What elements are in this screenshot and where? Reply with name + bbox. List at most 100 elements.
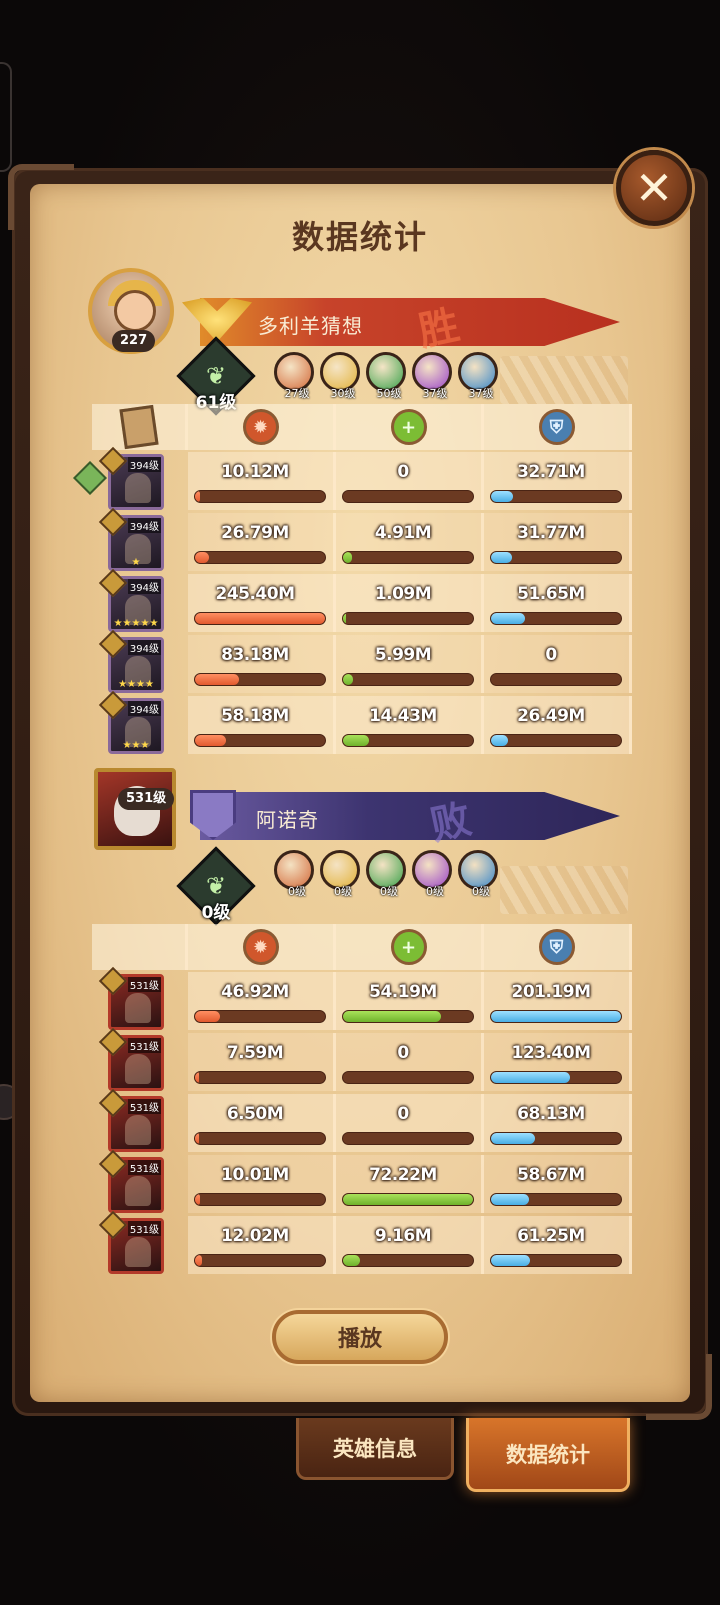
rank-gem-icon	[98, 507, 128, 537]
faction-icon[interactable]: 37级	[458, 352, 498, 400]
damage-bar-fill	[195, 552, 210, 563]
hero-silhouette	[125, 993, 151, 1023]
damage-bar	[194, 551, 326, 564]
damage-bar	[194, 1254, 326, 1267]
header-damage: ✹	[188, 404, 336, 450]
faction-icon[interactable]: 0级	[274, 850, 314, 898]
faction-icon[interactable]: 27级	[274, 352, 314, 400]
damage-bar-fill	[195, 674, 240, 685]
faction-icon[interactable]: 0级	[412, 850, 452, 898]
hero-level: 531级	[127, 1160, 161, 1175]
heal-value: 14.43M	[369, 706, 437, 726]
heal-value: 4.91M	[374, 523, 432, 543]
damage-value: 7.59M	[226, 1043, 284, 1063]
hero-cell: 394级 ★★★	[92, 690, 188, 754]
heal-icon: +	[390, 929, 427, 965]
faction-level: 30级	[330, 387, 356, 400]
defense-bar-fill	[491, 1133, 536, 1144]
hero-portrait[interactable]: 531级	[98, 1088, 164, 1152]
damage-cell: 7.59M	[188, 1033, 336, 1091]
heal-bar-fill	[343, 674, 354, 685]
defense-bar	[490, 1010, 622, 1023]
decor-strip	[500, 866, 628, 914]
hero-cell: 394级 ★★★★	[92, 629, 188, 693]
heal-bar	[342, 1132, 474, 1145]
faction-icon[interactable]: 0级	[320, 850, 360, 898]
faction-level: 37级	[468, 387, 494, 400]
heal-bar-fill	[343, 735, 369, 746]
hero-portrait[interactable]: 531级	[98, 1149, 164, 1213]
damage-bar-fill	[195, 1011, 220, 1022]
rank-gem-icon	[98, 446, 128, 476]
defense-cell: 0	[484, 635, 632, 693]
damage-bar	[194, 1132, 326, 1145]
rank-gem-icon	[98, 1027, 128, 1057]
heal-bar	[342, 1071, 474, 1084]
faction-icon[interactable]: 0级	[458, 850, 498, 898]
hero-portrait[interactable]: 394级 ★★★★	[98, 629, 164, 693]
game-screen: ✕ 数据统计 227 多利羊猜想 胜 ❦ 61级 27级 30级 50级 37级 37级…	[0, 0, 720, 1605]
loser-resonance-level: 0级	[201, 903, 231, 923]
hero-portrait[interactable]: 394级	[98, 446, 164, 510]
side-drawer-tab[interactable]	[0, 62, 12, 172]
defense-bar	[490, 673, 622, 686]
defense-cell: 32.71M	[484, 452, 632, 510]
damage-cell: 12.02M	[188, 1216, 336, 1274]
hero-portrait[interactable]: 394级 ★★★★★	[98, 568, 164, 632]
heal-bar	[342, 1010, 474, 1023]
hero-silhouette	[125, 1176, 151, 1206]
defense-value: 0	[545, 645, 557, 665]
defense-cell: 26.49M	[484, 696, 632, 754]
defense-bar-fill	[491, 1194, 529, 1205]
hero-portrait[interactable]: 531级	[98, 1027, 164, 1091]
heal-bar	[342, 734, 474, 747]
hero-cell: 394级 ★	[92, 507, 188, 571]
rank-gem-icon	[98, 568, 128, 598]
hero-silhouette	[125, 1237, 151, 1267]
winner-avatar-level: 227	[112, 330, 156, 352]
faction-icon[interactable]: 30级	[320, 352, 360, 400]
winner-stats-table: ✹ + ⛨ 394级 10.12M 0 32.71M 394级 ★ 26.79M 4.91M 3…	[92, 404, 634, 760]
heal-icon: +	[390, 409, 427, 445]
faction-icon[interactable]: 0级	[366, 850, 406, 898]
decor-strip	[500, 356, 628, 404]
defense-cell: 201.19M	[484, 972, 632, 1030]
hero-portrait[interactable]: 394级 ★★★	[98, 690, 164, 754]
defense-icon: ⛨	[538, 409, 575, 445]
hero-level: 531级	[127, 977, 161, 992]
rank-gem-icon	[98, 1210, 128, 1240]
hero-cell: 531级	[92, 1210, 188, 1274]
defense-cell: 51.65M	[484, 574, 632, 632]
header-heal: +	[336, 924, 484, 970]
header-heal: +	[336, 404, 484, 450]
heal-cell: 54.19M	[336, 972, 484, 1030]
heal-bar-fill	[343, 1011, 441, 1022]
damage-icon: ✹	[242, 929, 279, 965]
table-row: 531级 10.01M 72.22M 58.67M	[92, 1149, 634, 1213]
heal-cell: 72.22M	[336, 1155, 484, 1213]
hero-level: 394级	[127, 701, 161, 716]
table-row: 394级 ★★★ 58.18M 14.43M 26.49M	[92, 690, 634, 754]
header-damage: ✹	[188, 924, 336, 970]
hero-portrait[interactable]: 531级	[98, 966, 164, 1030]
heal-bar	[342, 551, 474, 564]
heal-bar	[342, 490, 474, 503]
heal-value: 54.19M	[369, 982, 437, 1002]
hero-portrait[interactable]: 531级	[98, 1210, 164, 1274]
heal-cell: 14.43M	[336, 696, 484, 754]
damage-value: 6.50M	[226, 1104, 284, 1124]
play-replay-button[interactable]: 播放	[272, 1310, 448, 1364]
tab-data-stats[interactable]: 数据统计	[466, 1418, 630, 1492]
faction-icon[interactable]: 50级	[366, 352, 406, 400]
damage-bar	[194, 1010, 326, 1023]
table-row: 531级 46.92M 54.19M 201.19M	[92, 966, 634, 1030]
defense-bar	[490, 490, 622, 503]
damage-cell: 46.92M	[188, 972, 336, 1030]
header-hero-cell	[92, 404, 188, 450]
faction-icon[interactable]: 37级	[412, 352, 452, 400]
tab-hero-info[interactable]: 英雄信息	[296, 1418, 454, 1480]
hero-portrait[interactable]: 394级 ★	[98, 507, 164, 571]
faction-level: 0级	[472, 885, 490, 898]
heal-value: 9.16M	[374, 1226, 432, 1246]
faction-level: 0级	[426, 885, 444, 898]
